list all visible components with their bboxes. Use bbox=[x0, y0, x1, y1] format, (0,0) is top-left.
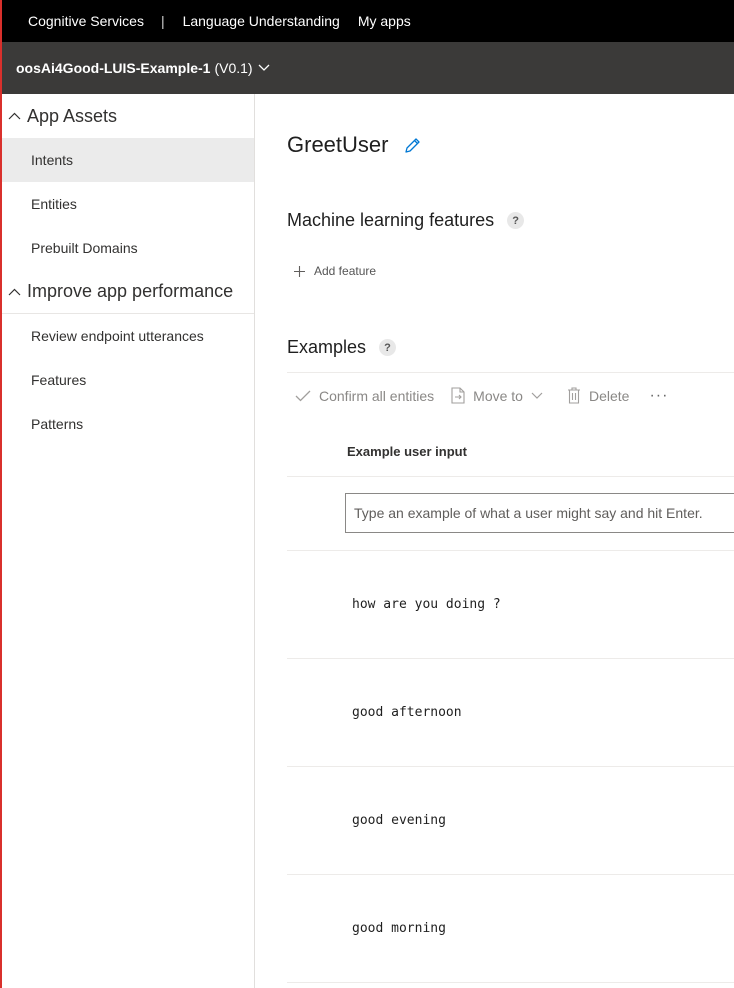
add-feature-label: Add feature bbox=[314, 264, 377, 278]
delete-label: Delete bbox=[588, 387, 630, 404]
sidebar-item-label: Patterns bbox=[31, 416, 84, 432]
sidebar-item-patterns[interactable]: Patterns bbox=[0, 402, 254, 446]
divider bbox=[287, 766, 734, 767]
delete-button[interactable]: Delete bbox=[567, 387, 629, 404]
sidebar-item-label: Intents bbox=[31, 152, 74, 168]
utterance-row-text[interactable]: good morning bbox=[352, 921, 446, 936]
nav-separator: | bbox=[160, 13, 165, 29]
product-link[interactable]: Language Understanding bbox=[183, 13, 340, 29]
sidebar-item-label: Features bbox=[31, 372, 87, 388]
chevron-down-icon bbox=[531, 392, 543, 399]
sidebar-item-label: Prebuilt Domains bbox=[31, 240, 138, 256]
intent-name: GreetUser bbox=[287, 132, 389, 157]
ml-features-heading: Machine learning features ? bbox=[287, 210, 525, 231]
window-edge-line bbox=[0, 0, 2, 988]
confirm-all-entities-button[interactable]: Confirm all entities bbox=[295, 388, 434, 404]
section-label: App Assets bbox=[27, 105, 118, 126]
plus-icon bbox=[294, 265, 305, 277]
move-document-icon bbox=[451, 387, 465, 404]
move-to-label: Move to bbox=[473, 387, 523, 404]
chevron-up-icon[interactable] bbox=[8, 288, 27, 296]
more-icon: ··· bbox=[649, 386, 669, 404]
sidebar-item-label: Entities bbox=[31, 196, 77, 212]
divider bbox=[287, 550, 734, 551]
examples-heading: Examples ? bbox=[287, 337, 397, 358]
chevron-up-icon[interactable] bbox=[8, 112, 27, 120]
top-nav-bar: Cognitive Services | Language Understand… bbox=[0, 0, 734, 42]
utterance-row-text[interactable]: how are you doing ? bbox=[352, 597, 501, 612]
trash-icon bbox=[567, 387, 580, 404]
ml-features-title: Machine learning features bbox=[287, 210, 495, 230]
divider bbox=[287, 658, 734, 659]
my-apps-link[interactable]: My apps bbox=[358, 13, 411, 29]
sidebar: App Assets Intents Entities Prebuilt Dom… bbox=[0, 94, 255, 988]
add-feature-button[interactable]: Add feature bbox=[294, 264, 376, 278]
confirm-label: Confirm all entities bbox=[319, 387, 435, 404]
move-to-button[interactable]: Move to bbox=[451, 387, 543, 404]
divider bbox=[287, 982, 734, 983]
example-input[interactable] bbox=[345, 493, 734, 533]
sidebar-item-label: Review endpoint utterances bbox=[31, 328, 204, 344]
sidebar-item-features[interactable]: Features bbox=[0, 358, 254, 402]
intent-title: GreetUser bbox=[287, 132, 421, 158]
edit-pencil-icon[interactable] bbox=[404, 137, 421, 154]
section-label: Improve app performance bbox=[27, 281, 234, 301]
app-version[interactable]: (V0.1) bbox=[214, 60, 252, 76]
chevron-down-icon[interactable] bbox=[258, 64, 270, 72]
divider bbox=[287, 476, 734, 477]
section-app-assets[interactable]: App Assets bbox=[0, 94, 254, 138]
help-icon[interactable]: ? bbox=[379, 339, 397, 356]
examples-toolbar: Confirm all entities Move to Delete ··· bbox=[287, 372, 734, 418]
divider bbox=[287, 874, 734, 875]
app-selector-bar: oosAi4Good-LUIS-Example-1 (V0.1) bbox=[0, 42, 734, 94]
column-header-example-input[interactable]: Example user input bbox=[347, 444, 467, 459]
sidebar-item-prebuilt-domains[interactable]: Prebuilt Domains bbox=[0, 226, 254, 270]
sidebar-item-intents[interactable]: Intents bbox=[0, 138, 254, 182]
examples-title: Examples bbox=[287, 337, 367, 357]
utterance-row-text[interactable]: good afternoon bbox=[352, 705, 462, 720]
brand-link[interactable]: Cognitive Services bbox=[28, 13, 144, 29]
checkmark-icon bbox=[295, 390, 311, 401]
sidebar-item-entities[interactable]: Entities bbox=[0, 182, 254, 226]
more-options-button[interactable]: ··· bbox=[649, 387, 668, 405]
section-improve-app-performance[interactable]: Improve app performance bbox=[0, 270, 254, 314]
app-name[interactable]: oosAi4Good-LUIS-Example-1 bbox=[16, 60, 210, 76]
utterance-row-text[interactable]: good evening bbox=[352, 813, 446, 828]
help-icon[interactable]: ? bbox=[507, 212, 525, 229]
sidebar-item-review-endpoint-utterances[interactable]: Review endpoint utterances bbox=[0, 314, 254, 358]
